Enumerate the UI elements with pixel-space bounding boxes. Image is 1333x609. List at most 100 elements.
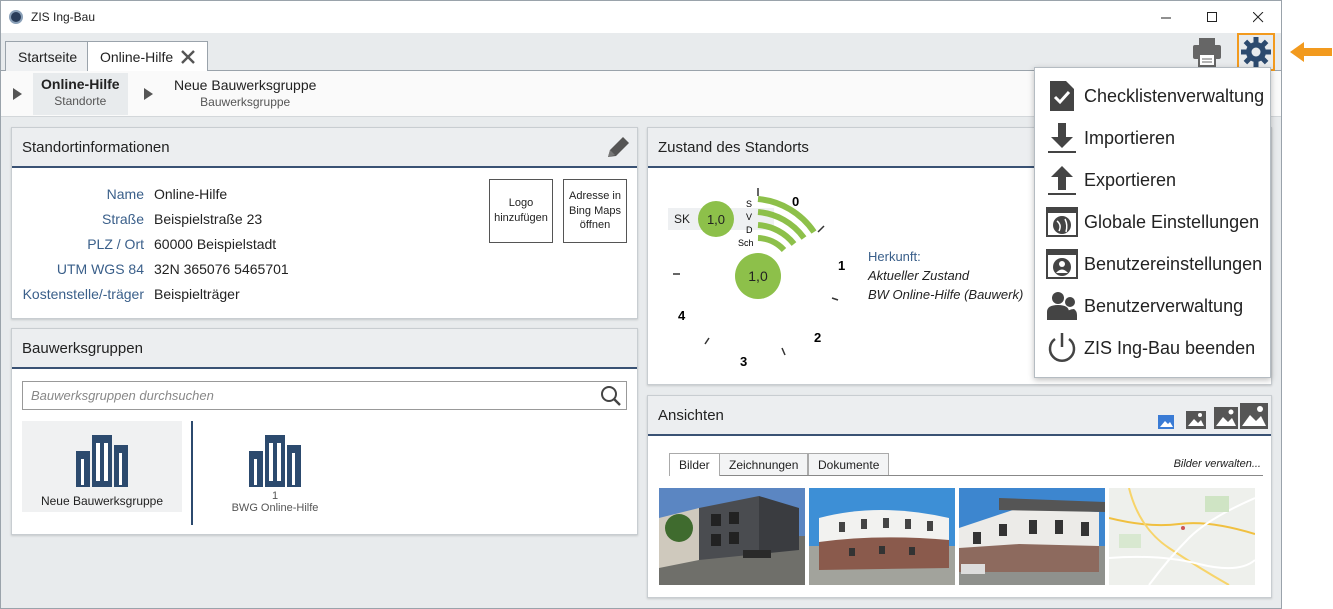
bwg-tile-neue[interactable]: Neue Bauwerksgruppe	[22, 421, 182, 512]
panel-header: Standortinformationen	[12, 128, 637, 168]
image-medium-icon	[1186, 411, 1206, 429]
close-tab-icon[interactable]	[181, 46, 195, 68]
panel-title: Ansichten	[658, 406, 724, 424]
tab-strip: Startseite Online-Hilfe	[1, 33, 1281, 72]
breadcrumb-arrow-icon	[144, 88, 153, 100]
panel-title: Zustand des Standorts	[658, 138, 809, 156]
photo-thumbnail[interactable]	[659, 488, 805, 585]
app-logo-icon	[9, 10, 23, 24]
checklist-icon	[1046, 80, 1078, 112]
menu-item-beenden[interactable]: ZIS Ing-Bau beenden	[1035, 327, 1270, 369]
panel-title: Bauwerksgruppen	[22, 339, 143, 357]
bwg-label: Neue Bauwerksgruppe	[40, 494, 164, 508]
maximize-button[interactable]	[1189, 1, 1235, 33]
photo-thumbnail[interactable]	[959, 488, 1105, 585]
panel-header: Ansichten	[648, 396, 1271, 436]
breadcrumb-arrow-icon	[13, 88, 22, 100]
field-label: Kostenstelle/-träger	[22, 286, 144, 302]
field-label: UTM WGS 84	[56, 261, 144, 277]
print-button[interactable]	[1190, 35, 1226, 69]
building-icon	[249, 435, 301, 487]
sk-value: 1,0	[707, 212, 725, 227]
sk-label: SK	[674, 212, 690, 226]
view-large-button[interactable]	[1213, 406, 1239, 434]
tab-startseite[interactable]: Startseite	[5, 41, 91, 72]
menu-item-globale-einstellungen[interactable]: Globale Einstellungen	[1035, 201, 1270, 243]
breadcrumb-title: Online-Hilfe	[41, 76, 120, 92]
image-large-icon	[1214, 407, 1238, 429]
tab-online-hilfe[interactable]: Online-Hilfe	[87, 41, 209, 72]
tick-35	[704, 337, 710, 345]
minimize-button[interactable]	[1143, 1, 1189, 33]
bwg-label: BWG Online-Hilfe	[231, 502, 319, 514]
scale-4: 4	[678, 308, 686, 323]
tab-label: Startseite	[18, 49, 78, 65]
logo-add-button[interactable]: Logo hinzufügen	[489, 179, 553, 243]
scale-3: 3	[740, 354, 747, 369]
menu-item-label: Benutzereinstellungen	[1084, 253, 1263, 274]
search-icon[interactable]	[600, 385, 622, 410]
tick-15	[831, 297, 839, 301]
tab-dokumente[interactable]: Dokumente	[808, 453, 890, 475]
menu-item-importieren[interactable]: Importieren	[1035, 117, 1270, 159]
pointer-arrow-icon	[1290, 42, 1332, 62]
maximize-icon	[1206, 11, 1217, 22]
breadcrumb-item-online-hilfe[interactable]: Online-Hilfe Standorte	[33, 73, 128, 115]
bwg-count: 1	[271, 490, 279, 502]
image-xlarge-icon	[1240, 403, 1268, 429]
user-settings-icon	[1046, 248, 1078, 280]
manage-images-link[interactable]: Bilder verwalten...	[1174, 458, 1261, 470]
scale-1: 1	[838, 258, 845, 273]
breadcrumb-title: Neue Bauwerksgruppe	[174, 77, 317, 93]
view-medium-button[interactable]	[1185, 410, 1207, 434]
view-small-button[interactable]	[1157, 414, 1175, 434]
bauwerksgruppen-panel: Bauwerksgruppen Bauwerksgruppen durchsuc…	[11, 328, 638, 535]
photo-thumbnail[interactable]	[809, 488, 955, 585]
factor-label-v: V	[746, 212, 752, 222]
menu-item-label: Checklistenverwaltung	[1084, 85, 1265, 106]
factor-label-sch: Sch	[738, 238, 754, 248]
globe-settings-icon	[1046, 206, 1078, 238]
tab-zeichnungen[interactable]: Zeichnungen	[719, 453, 809, 475]
factor-label-d: D	[746, 225, 753, 235]
bwg-tile-online-hilfe[interactable]: 1 BWG Online-Hilfe	[200, 421, 350, 514]
pencil-icon	[608, 137, 629, 157]
menu-item-label: ZIS Ing-Bau beenden	[1084, 337, 1256, 358]
menu-item-benutzerverwaltung[interactable]: Benutzerverwaltung	[1035, 285, 1270, 327]
menu-item-label: Benutzerverwaltung	[1084, 295, 1244, 316]
tick-05	[817, 225, 825, 233]
tab-label: Online-Hilfe	[100, 49, 174, 65]
building-icon	[76, 435, 128, 487]
tab-bilder[interactable]: Bilder	[669, 453, 720, 476]
settings-button[interactable]	[1237, 33, 1275, 71]
field-label: Name	[106, 186, 144, 202]
title-bar: ZIS Ing-Bau	[1, 1, 1281, 33]
edit-button[interactable]	[605, 136, 631, 164]
bing-maps-button[interactable]: Adresse in Bing Maps öffnen	[563, 179, 627, 243]
divider	[191, 421, 193, 525]
panel-title: Standortinformationen	[22, 138, 170, 156]
tick-25	[781, 347, 786, 356]
minimize-icon	[1160, 17, 1171, 18]
menu-item-label: Importieren	[1084, 127, 1176, 148]
view-xlarge-button[interactable]	[1239, 402, 1269, 434]
breadcrumb-subtitle: Bauwerksgruppe	[200, 95, 291, 109]
import-icon	[1046, 122, 1078, 154]
factor-arc-sch	[757, 235, 787, 253]
bauwerksgruppen-search-input[interactable]: Bauwerksgruppen durchsuchen	[22, 381, 627, 410]
breadcrumb-item-bauwerksgruppe[interactable]: Neue Bauwerksgruppe Bauwerksgruppe	[174, 77, 316, 109]
close-icon	[1252, 11, 1263, 22]
export-icon	[1046, 164, 1078, 196]
menu-item-checklistenverwaltung[interactable]: Checklistenverwaltung	[1035, 75, 1270, 117]
settings-menu: Checklistenverwaltung Importieren Export…	[1034, 67, 1271, 378]
field-value: 32N 365076 5465701	[154, 261, 289, 277]
close-window-button[interactable]	[1235, 1, 1281, 33]
menu-item-benutzereinstellungen[interactable]: Benutzereinstellungen	[1035, 243, 1270, 285]
menu-item-exportieren[interactable]: Exportieren	[1035, 159, 1270, 201]
power-icon	[1046, 332, 1078, 364]
herkunft-line: BW Online-Hilfe (Bauwerk)	[868, 287, 1024, 302]
factor-label-s: S	[746, 199, 752, 209]
herkunft-line: Aktueller Zustand	[868, 268, 970, 283]
map-thumbnail[interactable]	[1109, 488, 1255, 585]
field-label: PLZ / Ort	[87, 236, 144, 252]
